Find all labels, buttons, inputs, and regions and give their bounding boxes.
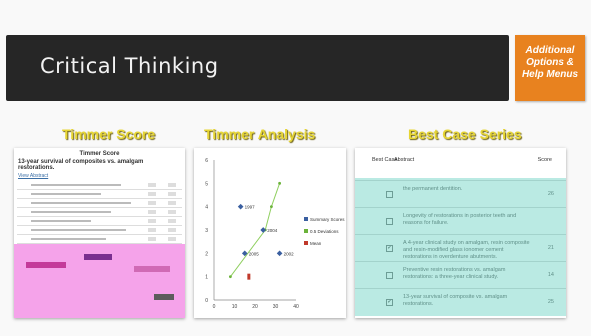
best-case-header: Best Case Abstract Score — [355, 154, 566, 176]
timmer-analysis-panel: 0 1 2 3 4 5 6 0 10 20 30 40 1997 2002 2004 2005 Summary … — [194, 148, 346, 318]
criteria-row — [17, 181, 182, 190]
criteria-text — [31, 211, 111, 213]
timmer-score-label: Timmer Score — [62, 126, 156, 142]
no-cell[interactable] — [168, 183, 176, 187]
rendering-artifact — [355, 178, 566, 316]
no-cell[interactable] — [168, 201, 176, 205]
no-cell[interactable] — [168, 210, 176, 214]
timmer-score-panel[interactable]: Timmer Score 13-year survival of composi… — [14, 148, 185, 318]
no-cell[interactable] — [168, 219, 176, 223]
help-line-3: Help Menus — [521, 69, 579, 80]
legend-swatch — [304, 217, 308, 221]
y-tick-label: 2 — [205, 251, 208, 257]
summary-point — [237, 203, 244, 210]
y-tick-label: 4 — [205, 205, 208, 211]
point-label: 2002 — [284, 251, 295, 256]
summary-point — [260, 227, 267, 233]
title-bar: Critical Thinking — [6, 35, 509, 101]
no-cell[interactable] — [168, 192, 176, 196]
criteria-text — [31, 193, 101, 195]
col-abstract: Abstract — [394, 157, 415, 163]
mean-point — [247, 273, 251, 280]
help-menu-button[interactable]: Additional Options & Help Menus — [515, 35, 585, 101]
summary-point — [276, 250, 283, 257]
view-abstract-link[interactable]: View Abstract — [18, 173, 181, 179]
legend-swatch — [304, 229, 308, 233]
x-tick-label: 0 — [213, 304, 216, 310]
x-tick-label: 40 — [293, 304, 299, 310]
point-label: 2004 — [267, 228, 278, 233]
y-tick-label: 5 — [205, 181, 208, 187]
help-line-2: Options & — [526, 57, 574, 68]
yes-cell[interactable] — [148, 219, 156, 223]
deviation-point — [229, 275, 232, 279]
col-score: Score — [537, 157, 552, 163]
yes-cell[interactable] — [148, 201, 156, 205]
x-tick-label: 20 — [252, 304, 258, 310]
criteria-text — [31, 184, 121, 186]
timmer-score-heading: Timmer Score — [79, 151, 120, 157]
timmer-analysis-label: Timmer Analysis — [204, 126, 316, 142]
criteria-text — [31, 202, 131, 204]
artifact-bar — [84, 254, 112, 260]
criteria-row — [17, 235, 182, 244]
best-case-panel[interactable]: Best Case Abstract Score the permanent d… — [355, 148, 566, 318]
best-case-series-label: Best Case Series — [408, 126, 522, 142]
yes-cell[interactable] — [148, 183, 156, 187]
y-tick-label: 1 — [205, 275, 208, 281]
deviation-point — [278, 181, 281, 185]
slide-title: Critical Thinking — [40, 54, 219, 78]
legend-label: 0.5 Deviations — [310, 229, 339, 234]
criteria-text — [31, 229, 126, 231]
rendering-artifact — [14, 244, 185, 318]
timmer-score-subtitle: 13-year survival of composites vs. amalg… — [18, 159, 144, 171]
help-menu-label: Additional Options & Help Menus — [515, 45, 585, 81]
yes-cell[interactable] — [148, 228, 156, 232]
y-tick-label: 0 — [205, 298, 208, 304]
deviation-point — [270, 205, 273, 209]
point-label: 2005 — [249, 251, 260, 256]
criteria-text — [31, 220, 91, 222]
point-label: 1997 — [245, 205, 256, 210]
analysis-chart: 0 1 2 3 4 5 6 0 10 20 30 40 1997 2002 2004 2005 Summary … — [205, 158, 345, 310]
criteria-row — [17, 208, 182, 217]
artifact-bar — [134, 266, 170, 272]
criteria-text — [31, 238, 106, 240]
y-tick-label: 3 — [205, 228, 208, 234]
x-tick-label: 10 — [232, 304, 238, 310]
legend-swatch — [304, 241, 308, 245]
artifact-bar — [154, 294, 174, 300]
no-cell[interactable] — [168, 228, 176, 232]
criteria-row — [17, 226, 182, 235]
legend-label: Summary Scores — [310, 217, 345, 222]
slide: Critical Thinking Additional Options & H… — [0, 0, 591, 336]
criteria-row — [17, 190, 182, 199]
legend-label: Mean — [310, 241, 322, 246]
yes-cell[interactable] — [148, 192, 156, 196]
yes-cell[interactable] — [148, 210, 156, 214]
x-tick-label: 30 — [273, 304, 279, 310]
help-line-1: Additional — [525, 45, 575, 56]
yes-cell[interactable] — [148, 237, 156, 241]
criteria-row — [17, 217, 182, 226]
no-cell[interactable] — [168, 237, 176, 241]
y-tick-label: 6 — [205, 158, 208, 164]
criteria-row — [17, 199, 182, 208]
artifact-bar — [26, 262, 66, 268]
